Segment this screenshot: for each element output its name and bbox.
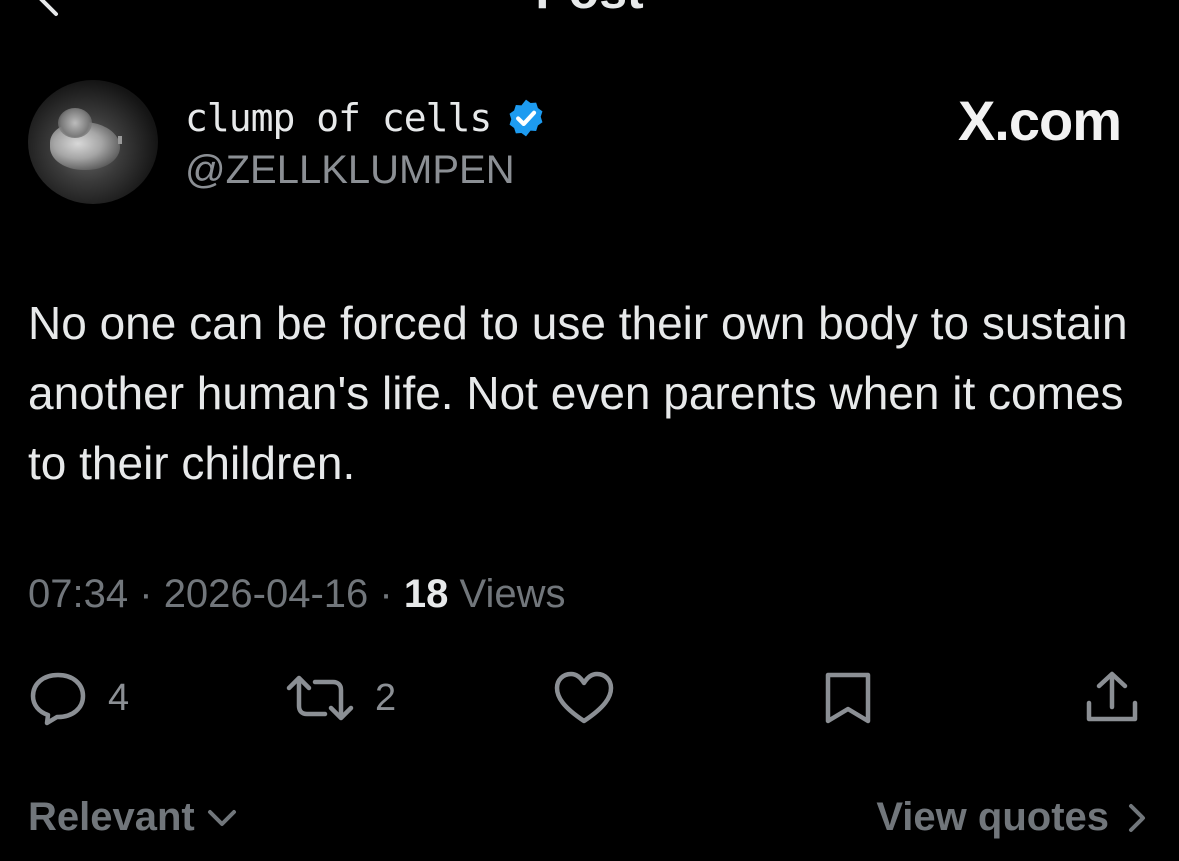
like-button[interactable] [553,668,615,728]
author-handle[interactable]: @ZELLKLUMPEN [185,148,515,193]
avatar-ultrasound-head [58,108,92,138]
avatar[interactable] [28,80,158,204]
view-quotes-link[interactable]: View quotes [876,795,1149,840]
reply-button[interactable]: 4 [28,668,129,728]
brand-watermark: X.com [957,89,1122,152]
sort-replies-dropdown[interactable]: Relevant [28,795,239,840]
meta-separator: · [379,572,393,616]
reply-count: 4 [108,676,130,719]
author-display-name[interactable]: clump of cells [185,96,492,140]
share-upload-icon [1086,671,1138,722]
tweet-date: 2026-04-16 [163,572,369,616]
share-button[interactable] [1083,668,1141,728]
page-title: Post [0,0,1179,20]
repost-count: 2 [375,676,397,719]
repost-button[interactable]: 2 [285,668,396,728]
avatar-detail [118,136,122,144]
bookmark-icon [825,672,871,724]
bookmark-button[interactable] [820,668,876,728]
speech-bubble-icon [30,672,86,726]
post-detail-screen: Post clump of cells @ZELLKLUMPEN X.com N… [0,0,1179,861]
tweet-time: 07:34 [28,572,129,616]
meta-separator: · [139,572,153,616]
chevron-down-icon [207,809,236,826]
tweet-meta: 07:34 · 2026-04-16 · 18 Views [28,572,565,617]
views-count[interactable]: 18 [404,572,449,616]
view-quotes-label: View quotes [876,795,1109,839]
views-label[interactable]: Views [460,572,566,616]
chevron-right-icon [1129,803,1145,832]
verified-badge-icon[interactable] [505,97,547,139]
tweet-text: No one can be forced to use their own bo… [28,297,1128,489]
repost-arrows-icon [286,675,354,721]
heart-icon [554,671,614,724]
sort-label: Relevant [28,795,195,839]
